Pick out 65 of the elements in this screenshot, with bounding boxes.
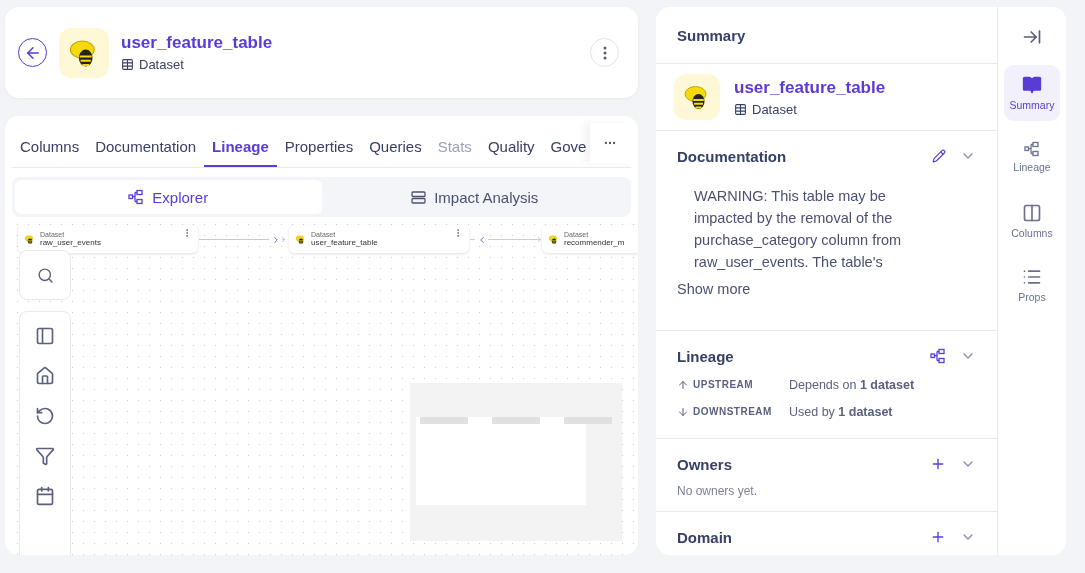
sidebar-button[interactable] [35, 326, 55, 346]
dataset-title: user_feature_table [734, 77, 887, 98]
kebab-icon [602, 45, 607, 60]
node-name: raw_user_events [40, 239, 102, 247]
list-icon [1022, 267, 1042, 287]
collapse-icon [1022, 27, 1042, 47]
lineage-summary: Depends on 1 dataset [789, 377, 915, 392]
rail-tab[interactable]: Props [1004, 257, 1060, 313]
rail-tab[interactable]: Lineage [1004, 129, 1060, 185]
edge-arrow [470, 236, 542, 243]
tab[interactable]: Properties [276, 138, 362, 167]
direction-label: DOWNSTREAM [693, 406, 772, 417]
empty-message: No owners yet. [677, 484, 758, 498]
add-button[interactable] [930, 529, 946, 545]
section-heading: Lineage [677, 347, 734, 365]
plus-icon [930, 456, 946, 472]
tab[interactable]: Documentation [87, 138, 205, 167]
reset-button[interactable] [35, 406, 55, 426]
direction-label: UPSTREAM [693, 379, 754, 390]
back-button[interactable] [18, 38, 47, 67]
add-button[interactable] [930, 456, 946, 472]
section-heading: Owners [677, 455, 733, 473]
lineage-icon [930, 348, 946, 364]
book-icon [1022, 75, 1042, 95]
lineage-icon [128, 189, 145, 205]
search-icon [36, 266, 54, 284]
tab[interactable]: Queries [361, 138, 430, 167]
dataset-title: user_feature_table [121, 33, 274, 53]
toggle-option[interactable]: Explorer [15, 180, 322, 214]
bee-icon [548, 233, 559, 245]
lineage-button[interactable] [930, 348, 946, 364]
toggle-option[interactable]: Impact Analysis [321, 180, 628, 214]
edit-button[interactable] [932, 149, 946, 163]
table-icon [734, 102, 747, 116]
tab[interactable]: Lineage [204, 138, 277, 167]
section-heading: Domain [677, 528, 732, 546]
section-heading: Documentation [677, 147, 787, 165]
collapse-button[interactable] [1022, 27, 1042, 47]
arrow-down-icon [677, 405, 689, 418]
rows-icon [411, 190, 427, 204]
tab[interactable]: Quality [479, 138, 543, 167]
table-icon [121, 58, 134, 71]
bee-icon [24, 233, 35, 245]
rail-tab[interactable]: Columns [1004, 193, 1060, 249]
lineage-summary: Used by 1 dataset [789, 404, 893, 419]
home-button[interactable] [35, 366, 55, 386]
pencil-icon [932, 149, 946, 163]
plus-icon [930, 529, 946, 545]
tab[interactable]: Gove [542, 138, 590, 167]
entity-type: Dataset [139, 57, 184, 72]
tab[interactable]: Columns [12, 138, 88, 167]
entity-type: Dataset [752, 101, 797, 117]
filter-button[interactable] [35, 446, 55, 466]
node-name: user_feature_table [311, 239, 379, 247]
show-more-link[interactable]: Show more [677, 281, 751, 297]
columns-icon [1022, 203, 1042, 223]
panel-heading: Summary [677, 27, 746, 44]
search-button[interactable] [19, 250, 71, 300]
lineage-icon [1024, 141, 1040, 157]
node-name: recommender_m [564, 239, 626, 247]
bee-icon [295, 233, 306, 245]
arrow-up-icon [677, 378, 689, 391]
rail-tab[interactable]: Summary [1004, 65, 1060, 121]
calendar-button[interactable] [35, 486, 55, 506]
documentation-text: WARNING: This table may be impacted by the removal of the purchase_category column from raw_user_events. The table's [694, 187, 903, 272]
